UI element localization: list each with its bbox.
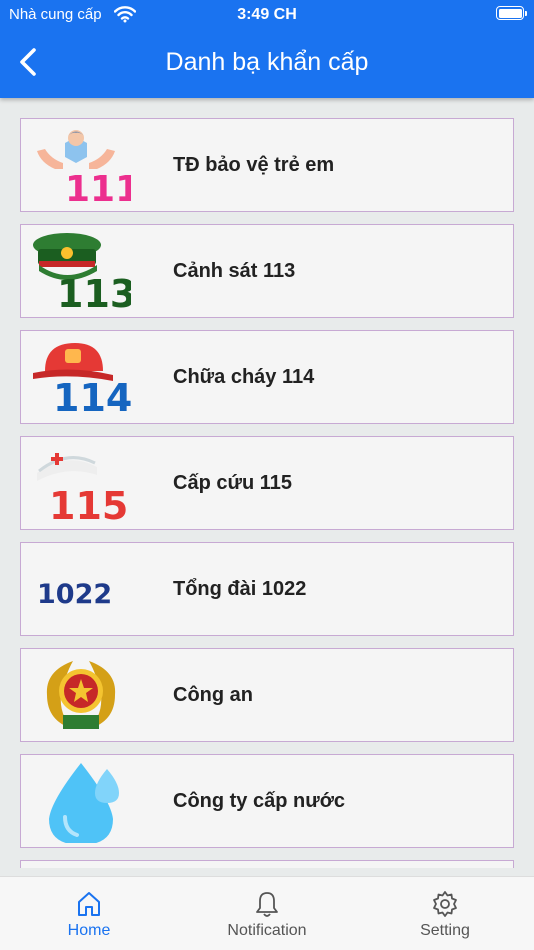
- tab-label: Home: [67, 922, 111, 939]
- bottom-tab-bar: Home Notification Setting: [0, 876, 534, 950]
- icon-text-1022: 1022: [37, 579, 112, 610]
- contact-card-water-company[interactable]: Công ty cấp nước: [20, 754, 514, 848]
- contact-card-ambulance-115[interactable]: 115 Cấp cứu 115: [20, 436, 514, 530]
- contact-card-police-station[interactable]: Công an: [20, 648, 514, 742]
- icon-text-115: 115: [49, 484, 128, 525]
- gear-icon: [433, 891, 457, 917]
- child-protection-111-icon: 111: [37, 130, 131, 207]
- page-title: Danh bạ khẩn cấp: [165, 48, 369, 76]
- icon-text-114: 114: [53, 376, 131, 419]
- contact-card-hotline-1022[interactable]: 1022 Tổng đài 1022: [20, 542, 514, 636]
- contact-card-child-protection[interactable]: 111 TĐ bảo vệ trẻ em: [20, 118, 514, 212]
- contact-label: Chữa cháy 114: [173, 366, 315, 388]
- icon-text-111: 111: [65, 169, 131, 207]
- bell-icon: [256, 892, 278, 917]
- contact-label: Công an: [173, 684, 253, 706]
- contact-label: Cấp cứu 115: [173, 472, 292, 494]
- icon-text-113: 113: [57, 272, 131, 313]
- battery-icon: [496, 6, 527, 20]
- contact-label: TĐ bảo vệ trẻ em: [173, 154, 335, 176]
- tab-notification[interactable]: Notification: [178, 877, 356, 950]
- tab-setting[interactable]: Setting: [356, 877, 534, 950]
- water-drop-icon: [49, 763, 119, 843]
- contact-list[interactable]: 111 TĐ bảo vệ trẻ em 113 Cảnh sát 113 11…: [20, 118, 514, 868]
- firefighter-114-icon: 114: [33, 343, 131, 419]
- contact-card-fire-114[interactable]: 114 Chữa cháy 114: [20, 330, 514, 424]
- hotline-1022-icon: 1022: [37, 579, 112, 610]
- contact-label: Tổng đài 1022: [173, 578, 307, 600]
- ambulance-115-icon: 115: [37, 453, 128, 525]
- status-bar: Nhà cung cấp 3:49 CH: [0, 0, 534, 30]
- tab-label: Setting: [420, 922, 470, 939]
- tab-label: Notification: [227, 922, 307, 939]
- police-emblem-icon: [46, 661, 116, 729]
- tab-home[interactable]: Home: [0, 877, 178, 950]
- top-app-bar: Nhà cung cấp 3:49 CH Danh bạ khẩn cấp: [0, 0, 534, 98]
- home-icon: [78, 892, 100, 916]
- contact-card-partial[interactable]: [20, 860, 514, 868]
- contact-card-police-113[interactable]: 113 Cảnh sát 113: [20, 224, 514, 318]
- contact-label: Công ty cấp nước: [173, 790, 346, 812]
- status-time: 3:49 CH: [237, 6, 297, 23]
- police-113-icon: 113: [33, 233, 131, 313]
- contact-label: Cảnh sát 113: [173, 260, 296, 282]
